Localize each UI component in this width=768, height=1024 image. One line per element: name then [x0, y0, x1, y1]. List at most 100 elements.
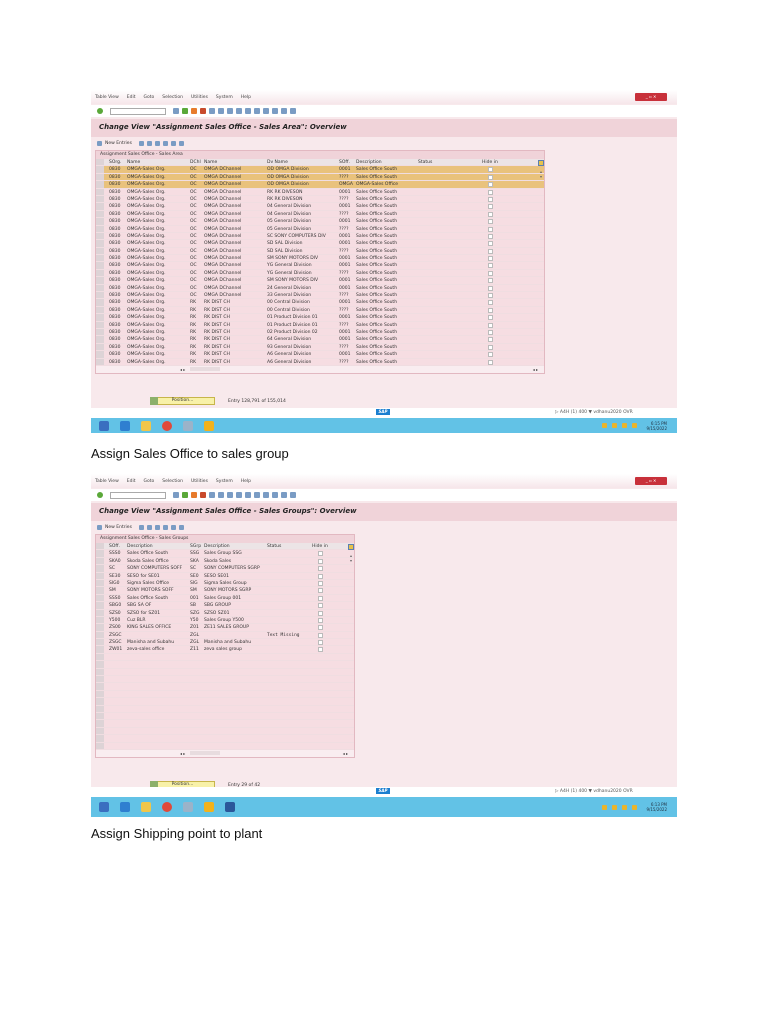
row-selector[interactable] [96, 321, 104, 328]
table-row[interactable]: 0830 OMGA-Sales Org. OC OMGA DChannel SM SON… [96, 255, 544, 263]
hide-checkbox[interactable] [488, 337, 493, 343]
toolbar-icon[interactable] [173, 108, 179, 114]
toolbar-icon[interactable] [290, 108, 296, 114]
empty-row[interactable] [96, 698, 354, 706]
toolbar-icon[interactable] [209, 108, 215, 114]
select-all[interactable] [96, 159, 104, 166]
row-selector[interactable] [96, 166, 104, 173]
hide-checkbox[interactable] [318, 625, 323, 631]
app-toolbar-icon[interactable] [162, 524, 168, 530]
row-selector[interactable] [96, 269, 104, 277]
hide-checkbox[interactable] [488, 204, 493, 210]
table-row[interactable]: SIG0 Sigma Sales Office SIG Sigma Sales Gro… [96, 579, 354, 588]
hide-checkbox[interactable] [488, 329, 493, 335]
file-explorer-icon[interactable] [141, 802, 151, 812]
table-row[interactable]: 0830 OMGA-Sales Org. RK RK DIST CH A6 Genera… [96, 358, 544, 366]
row-selector[interactable] [96, 336, 104, 343]
hide-checkbox[interactable] [488, 256, 493, 262]
toolbar-icon[interactable] [236, 492, 242, 498]
sap-logon-icon[interactable] [204, 802, 214, 812]
empty-row[interactable] [96, 742, 354, 750]
hide-checkbox[interactable] [488, 344, 493, 350]
toolbar-icon[interactable] [209, 492, 215, 498]
toolbar-icon[interactable] [254, 492, 260, 498]
hide-checkbox[interactable] [488, 233, 493, 239]
server-manager-icon[interactable] [99, 420, 109, 431]
menu-item-system[interactable]: System [216, 95, 233, 100]
app-toolbar-icon[interactable] [146, 524, 152, 530]
row-selector[interactable] [96, 247, 104, 255]
toolbar-icon[interactable] [191, 108, 197, 114]
row-selector[interactable] [96, 698, 104, 705]
horizontal-scrollbar[interactable]: ◂ ▸ ◂ ▸ [96, 750, 354, 757]
menu-item-selection[interactable]: Selection [162, 479, 183, 484]
row-selector[interactable] [96, 351, 104, 358]
row-selector[interactable] [96, 661, 104, 668]
hide-checkbox[interactable] [488, 241, 493, 247]
column-header[interactable]: Name [204, 160, 217, 165]
table-row[interactable]: SC SONY COMPUTERS SOFF SC SONY COMPUTERS SG… [96, 565, 354, 573]
column-header[interactable]: SOrg. [109, 160, 121, 165]
row-selector[interactable] [96, 218, 104, 225]
column-header[interactable]: Status [267, 544, 281, 549]
window-controls[interactable]: _ ▫ ✕ [635, 93, 667, 101]
new-entries-button[interactable]: New Entries [105, 141, 132, 146]
menu-item-utilities[interactable]: Utilities [191, 95, 208, 100]
table-row[interactable]: 0830 OMGA-Sales Org. RK RK DIST CH 93 Genera… [96, 343, 544, 352]
table-row[interactable]: 0830 OMGA-Sales Org. OC OMGA DChannel 04 Gen… [96, 203, 544, 211]
hide-checkbox[interactable] [488, 352, 493, 358]
hide-checkbox[interactable] [488, 285, 493, 291]
system-tray[interactable] [602, 423, 637, 428]
table-row[interactable]: 0830 OMGA-Sales Org. OC OMGA DChannel SC SON… [96, 232, 544, 241]
hide-checkbox[interactable] [318, 573, 323, 579]
table-row[interactable]: 0830 OMGA-Sales Org. OC OMGA DChannel OD OMG… [96, 173, 544, 182]
row-selector[interactable] [96, 550, 104, 557]
toolbar-icon[interactable] [182, 108, 188, 114]
tray-icon[interactable] [602, 423, 607, 428]
tray-icon[interactable] [612, 423, 617, 428]
row-selector[interactable] [96, 328, 104, 336]
column-header[interactable]: SOff. [339, 160, 350, 165]
toolbar-icon[interactable] [200, 108, 206, 114]
table-row[interactable]: 0830 OMGA-Sales Org. RK RK DIST CH 64 Genera… [96, 336, 544, 344]
column-header[interactable]: SGrp [190, 544, 201, 549]
hide-checkbox[interactable] [488, 293, 493, 299]
table-row[interactable]: 0830 OMGA-Sales Org. OC OMGA DChannel SD SAL… [96, 240, 544, 248]
system-tray[interactable] [602, 804, 637, 810]
menu-item-selection[interactable]: Selection [162, 95, 183, 100]
row-selector[interactable] [96, 557, 104, 565]
hide-checkbox[interactable] [318, 566, 323, 572]
hide-checkbox[interactable] [488, 226, 493, 232]
row-selector[interactable] [96, 173, 104, 181]
hide-checkbox[interactable] [318, 647, 323, 653]
hide-checkbox[interactable] [488, 307, 493, 313]
empty-row[interactable] [96, 676, 354, 684]
row-selector[interactable] [96, 225, 104, 232]
horizontal-scrollbar[interactable]: ◂ ▸ ◂ ▸ [96, 366, 544, 373]
row-selector[interactable] [96, 727, 104, 735]
column-config-icon[interactable] [538, 160, 544, 166]
app-toolbar-icon[interactable] [154, 524, 160, 530]
tray-icon[interactable] [632, 423, 637, 428]
chrome-icon[interactable] [162, 420, 172, 431]
table-row[interactable]: 0830 OMGA-Sales Org. RK RK DIST CH 01 Produc… [96, 321, 544, 329]
hide-checkbox[interactable] [488, 248, 493, 254]
row-selector[interactable] [96, 690, 104, 698]
toolbar-icon[interactable] [263, 108, 269, 114]
powershell-icon[interactable] [120, 420, 130, 431]
hide-checkbox[interactable] [318, 632, 323, 638]
table-row[interactable]: SM SONY MOTORS SOFF SM SONY MOTORS SGRP [96, 587, 354, 595]
empty-row[interactable] [96, 712, 354, 721]
menu-item-edit[interactable]: Edit [127, 95, 136, 100]
menu-item-table-view[interactable]: Table View [95, 95, 119, 100]
column-header[interactable]: Description [127, 544, 153, 549]
pencil-icon[interactable] [97, 524, 102, 530]
window-controls[interactable]: _ ▫ ✕ [635, 477, 667, 485]
row-selector[interactable] [96, 292, 104, 299]
table-row[interactable]: 0830 OMGA-Sales Org. OC OMGA DChannel SD SAL… [96, 247, 544, 256]
toolbar-icon[interactable] [272, 492, 278, 498]
clock[interactable]: 6:13 PM 9/15/2022 [646, 802, 667, 812]
tray-icon[interactable] [632, 804, 637, 810]
table-row[interactable]: 0830 OMGA-Sales Org. RK RK DIST CH A6 Genera… [96, 351, 544, 359]
enter-icon[interactable] [97, 108, 103, 114]
